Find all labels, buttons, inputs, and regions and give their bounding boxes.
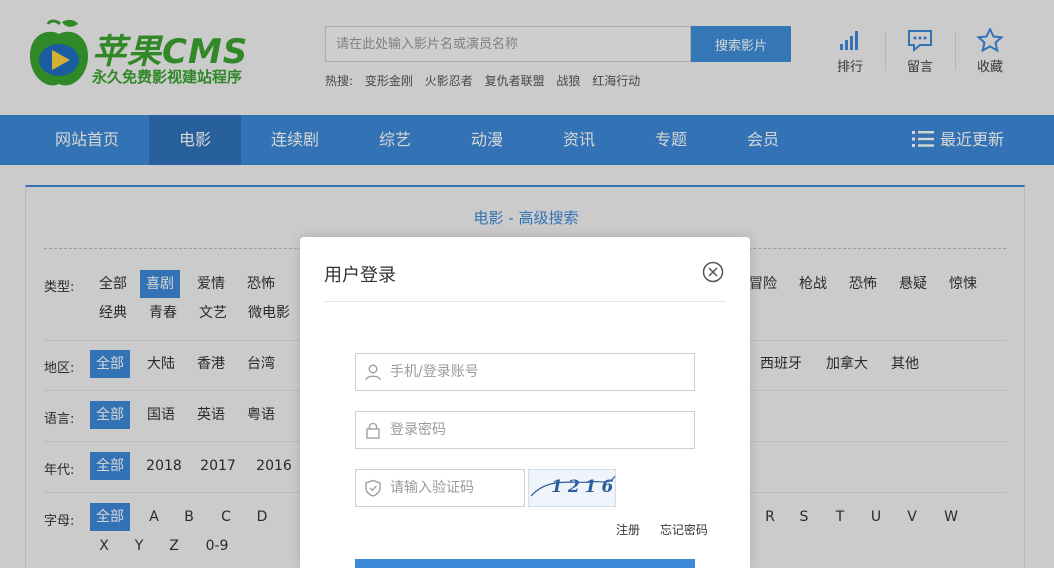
user-icon xyxy=(365,364,381,381)
close-icon[interactable] xyxy=(702,261,724,283)
modal-links: 注册 忘记密码 xyxy=(600,521,708,538)
shield-icon xyxy=(365,479,381,497)
lock-icon xyxy=(366,422,380,439)
password-field xyxy=(355,411,695,449)
password-input[interactable] xyxy=(390,412,686,448)
login-button[interactable] xyxy=(355,559,695,568)
modal-title: 用户登录 xyxy=(324,265,396,286)
register-link[interactable]: 注册 xyxy=(616,523,640,537)
captcha-image[interactable]: 1216 xyxy=(528,469,616,507)
captcha-text: 1216 xyxy=(551,477,616,497)
divider xyxy=(324,301,726,302)
captcha-input[interactable] xyxy=(390,470,520,506)
captcha-field xyxy=(355,469,525,507)
account-input[interactable] xyxy=(390,354,686,390)
account-field xyxy=(355,353,695,391)
page: 苹果CMS 永久免费影视建站程序 搜索影片 热搜: 变形金刚 火影忍者 复仇者联… xyxy=(0,0,1054,568)
forgot-password-link[interactable]: 忘记密码 xyxy=(660,523,708,537)
login-modal: 用户登录 手机/登录账号 请输入验证码 1216 注册 忘记密码 xyxy=(300,237,750,568)
